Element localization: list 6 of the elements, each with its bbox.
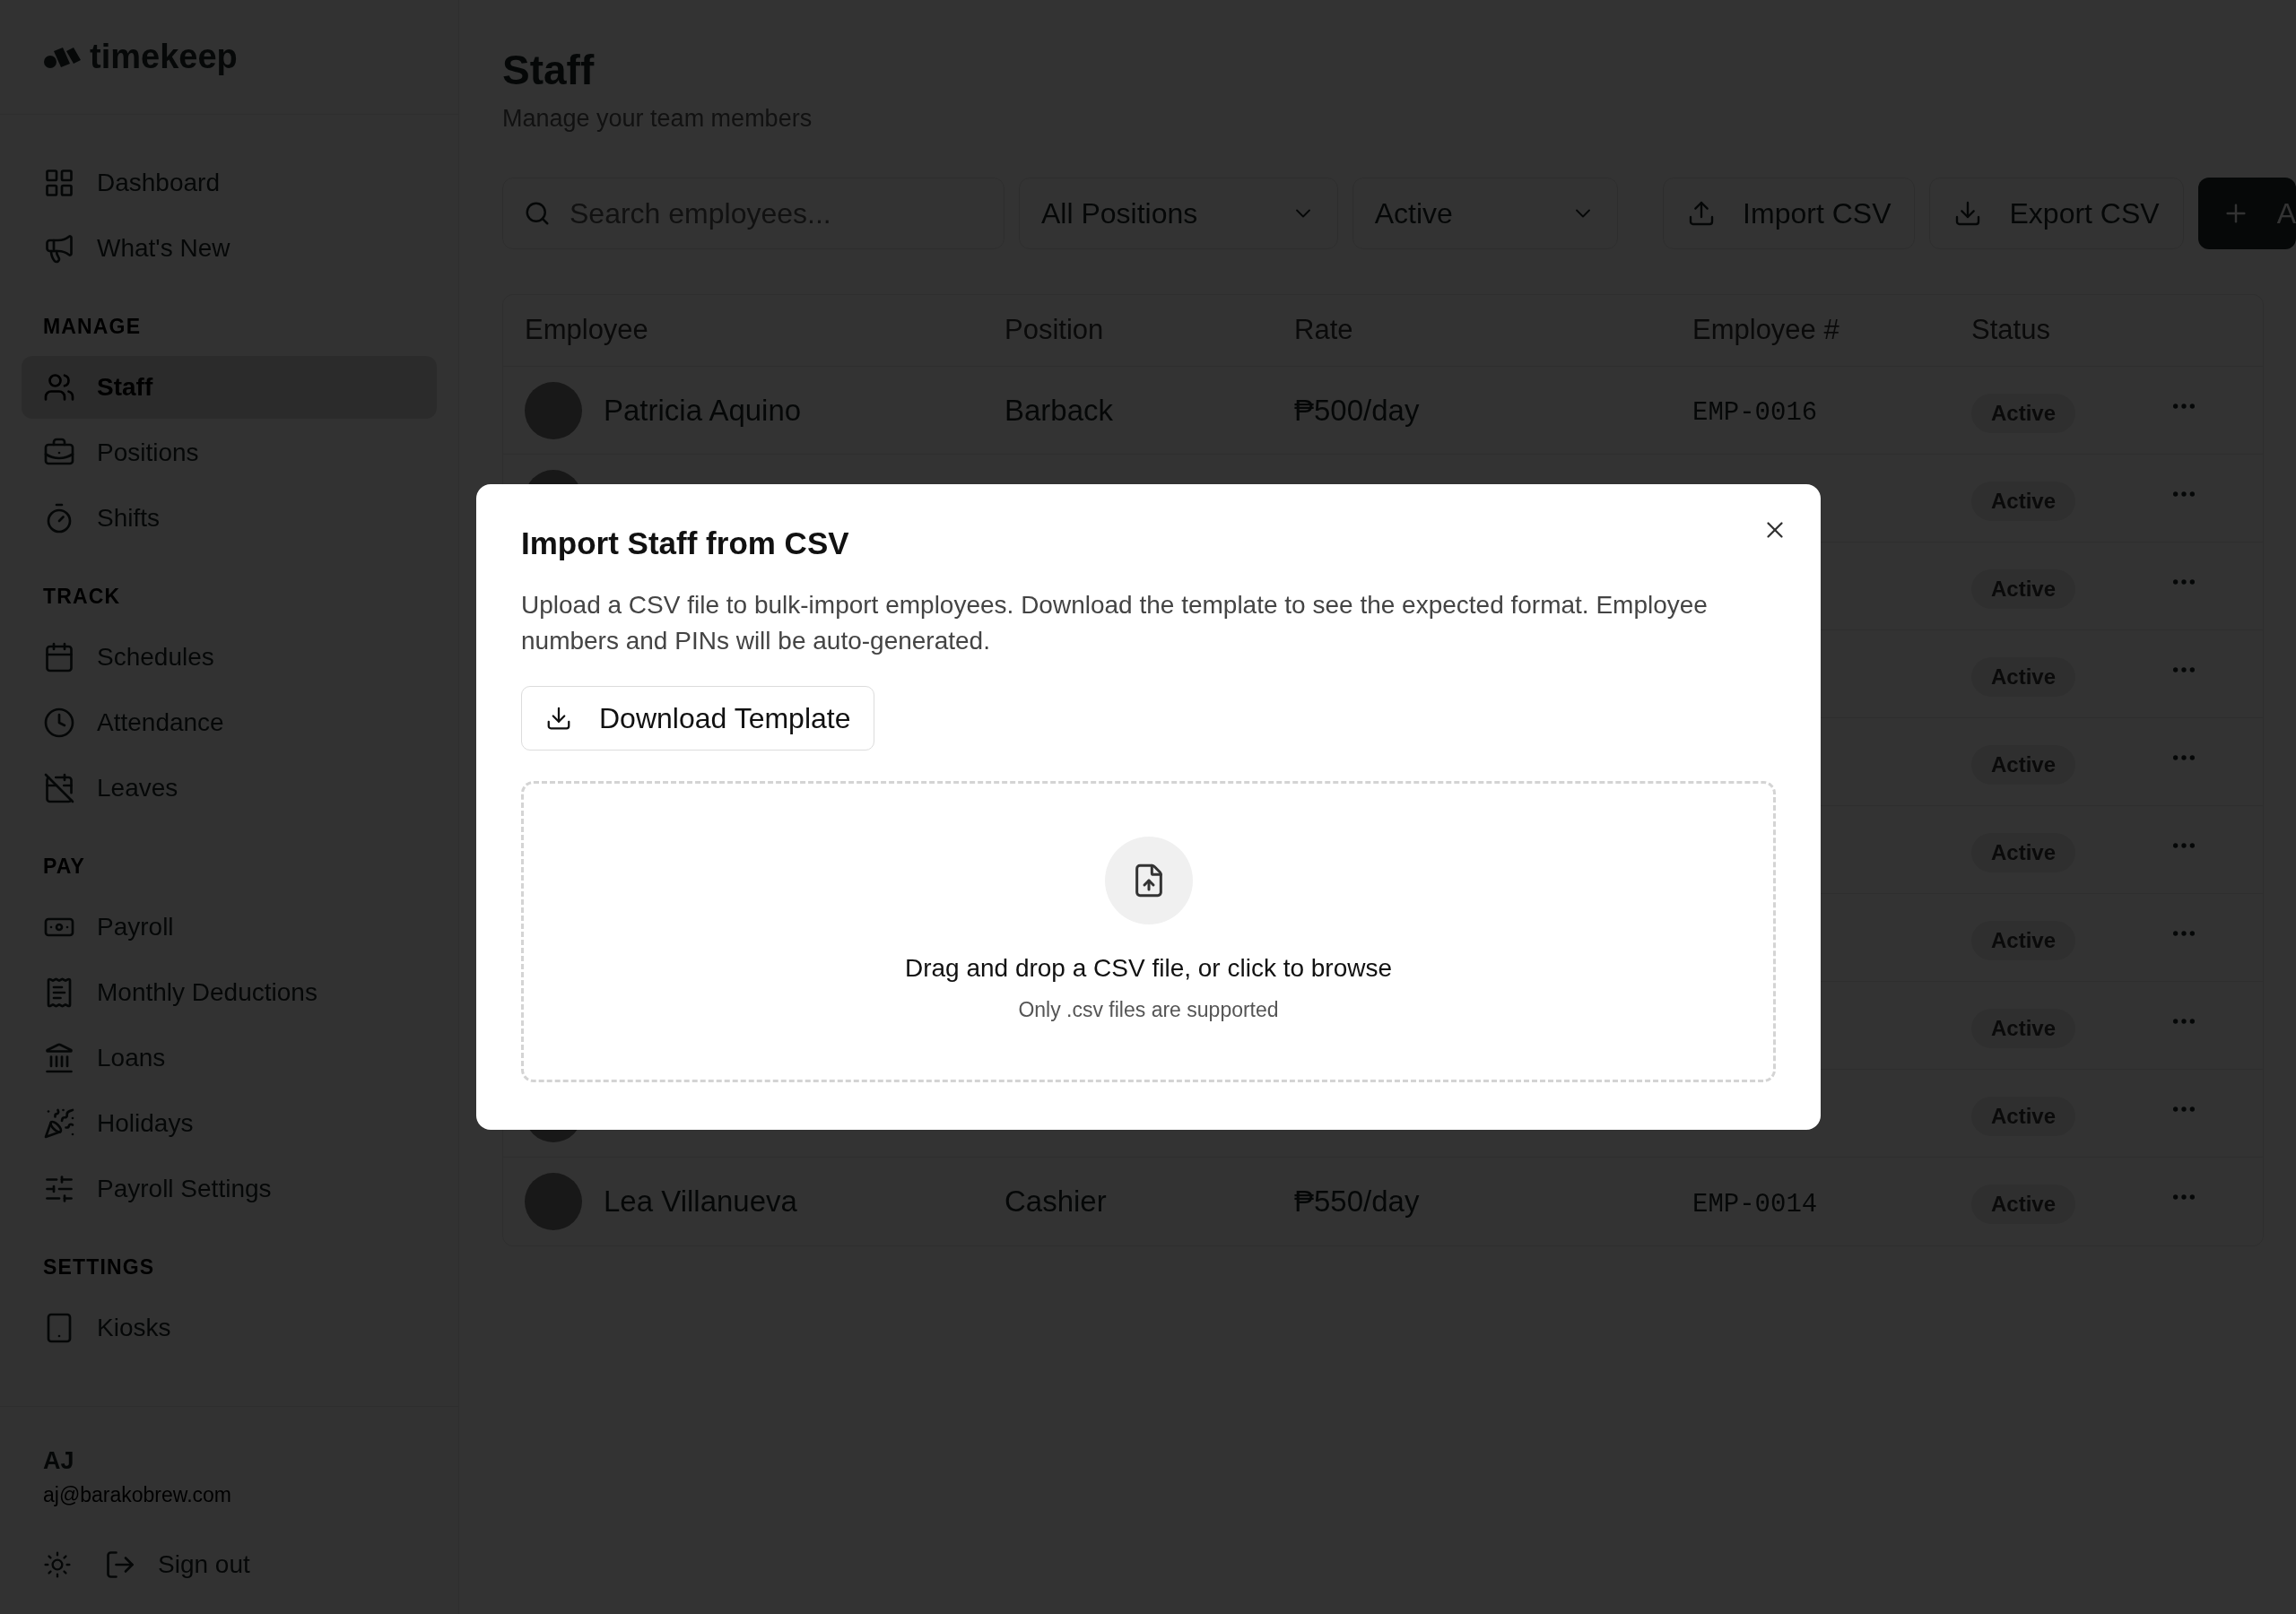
dropzone-hint: Only .csv files are supported xyxy=(1018,997,1279,1024)
file-dropzone[interactable]: Drag and drop a CSV file, or click to browse Only .csv files are supported xyxy=(521,780,1776,1082)
download-template-button[interactable]: Download Template xyxy=(521,685,875,751)
dropzone-text: Drag and drop a CSV file, or click to browse xyxy=(904,953,1393,985)
dialog-description: Upload a CSV file to bulk-import employees. Download the template to see the expected format. Employee numbers and PINs will be auto-generated. xyxy=(521,589,1709,656)
dialog-title: Import Staff from CSV xyxy=(521,525,850,562)
